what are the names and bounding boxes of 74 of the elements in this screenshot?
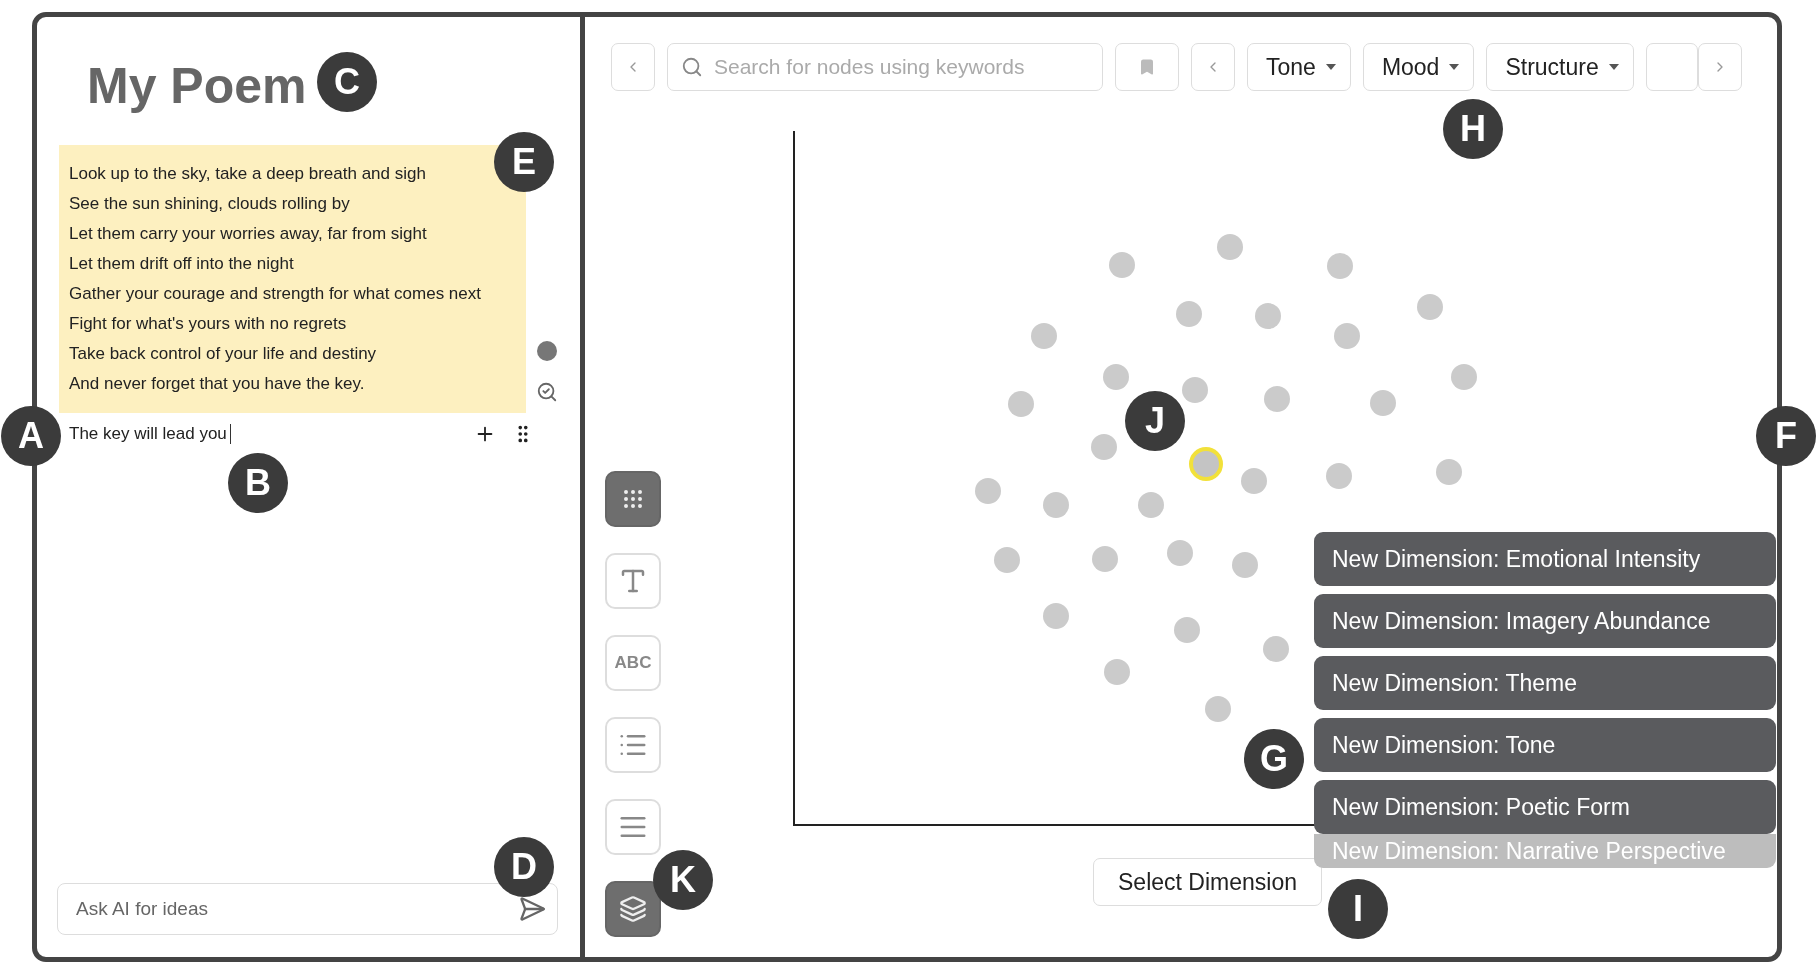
poem-title: My Poem (87, 57, 307, 115)
node-dot[interactable] (1370, 390, 1396, 416)
poem-line: Fight for what's yours with no regrets (69, 313, 348, 335)
node-dot[interactable] (975, 478, 1001, 504)
search-icon (681, 56, 703, 78)
node-dot[interactable] (1091, 434, 1117, 460)
dot-grid-icon (621, 487, 645, 511)
grid-tool-button[interactable] (605, 471, 661, 527)
list-tool-button[interactable] (605, 717, 661, 773)
node-dot[interactable] (1031, 323, 1057, 349)
previous-button[interactable] (1191, 43, 1235, 91)
select-dimension-button[interactable]: Select Dimension (1093, 858, 1322, 906)
abc-tool-button[interactable]: ABC (605, 635, 661, 691)
layers-icon (619, 895, 647, 923)
dimension-option[interactable]: New Dimension: Emotional Intensity (1314, 532, 1776, 586)
poem-line: Gather your courage and strength for what comes next (69, 283, 482, 305)
node-dot[interactable] (1109, 252, 1135, 278)
caret-icon (1325, 64, 1336, 70)
node-dot[interactable] (1189, 447, 1223, 481)
node-dot[interactable] (1205, 696, 1231, 722)
node-dot[interactable] (1043, 492, 1069, 518)
node-dot[interactable] (1217, 234, 1243, 260)
lines-tool-button[interactable] (605, 799, 661, 855)
node-dot[interactable] (994, 547, 1020, 573)
callout-label: F (1756, 406, 1816, 466)
node-dot[interactable] (1327, 253, 1353, 279)
node-dot[interactable] (1167, 540, 1193, 566)
node-dot[interactable] (1263, 636, 1289, 662)
node-dot[interactable] (1326, 463, 1352, 489)
dimension-option[interactable]: New Dimension: Imagery Abundance (1314, 594, 1776, 648)
dot-icon[interactable] (537, 341, 557, 361)
bookmark-button[interactable] (1115, 43, 1179, 91)
node-dot[interactable] (1255, 303, 1281, 329)
node-dot[interactable] (1232, 552, 1258, 578)
node-dot[interactable] (1241, 468, 1267, 494)
node-dot[interactable] (1104, 659, 1130, 685)
node-dot[interactable] (1174, 617, 1200, 643)
dimension-option[interactable]: New Dimension: Poetic Form (1314, 780, 1776, 834)
send-icon[interactable] (518, 895, 546, 923)
poem-line: See the sun shining, clouds rolling by (69, 193, 351, 215)
caret-icon (1449, 64, 1460, 70)
poem-line: Let them drift off into the night (69, 253, 295, 275)
bookmark-icon (1138, 58, 1156, 76)
node-dot[interactable] (1043, 603, 1069, 629)
poem-line: Take back control of your life and destiny (69, 343, 378, 365)
node-dot[interactable] (1008, 391, 1034, 417)
dimension-dropdown[interactable]: Mood (1362, 43, 1475, 91)
node-dot[interactable] (1334, 323, 1360, 349)
ask-ai-field[interactable]: Ask AI for ideas (57, 883, 558, 935)
search-field[interactable]: Search for nodes using keywords (667, 43, 1103, 91)
node-dot[interactable] (1417, 294, 1443, 320)
node-dot[interactable] (1103, 364, 1129, 390)
poem-line: Let them carry your worries away, far from sight (69, 223, 428, 245)
dimension-dropdown[interactable]: Structure (1486, 43, 1634, 91)
node-dot[interactable] (1092, 546, 1118, 572)
dimension-dropdown[interactable]: Tone (1247, 43, 1351, 91)
node-dot[interactable] (1451, 364, 1477, 390)
node-dot[interactable] (1138, 492, 1164, 518)
poem-line: Look up to the sky, take a deep breath and sigh (69, 163, 427, 185)
node-dot[interactable] (1436, 459, 1462, 485)
editing-line[interactable]: The key will lead you (69, 424, 231, 444)
node-dot[interactable] (1182, 377, 1208, 403)
dimension-option[interactable]: New Dimension: Theme (1314, 656, 1776, 710)
node-dot[interactable] (1176, 301, 1202, 327)
layers-tool-button[interactable] (605, 881, 661, 937)
next-button[interactable] (1697, 43, 1742, 91)
dimension-option[interactable]: New Dimension: Tone (1314, 718, 1776, 772)
text-tool-button[interactable] (605, 553, 661, 609)
search-icon[interactable] (536, 381, 558, 403)
back-button[interactable] (611, 43, 655, 91)
callout-label: A (1, 406, 61, 466)
caret-icon (1608, 64, 1619, 70)
node-dot[interactable] (1264, 386, 1290, 412)
poem-line: And never forget that you have the key. (69, 373, 366, 395)
